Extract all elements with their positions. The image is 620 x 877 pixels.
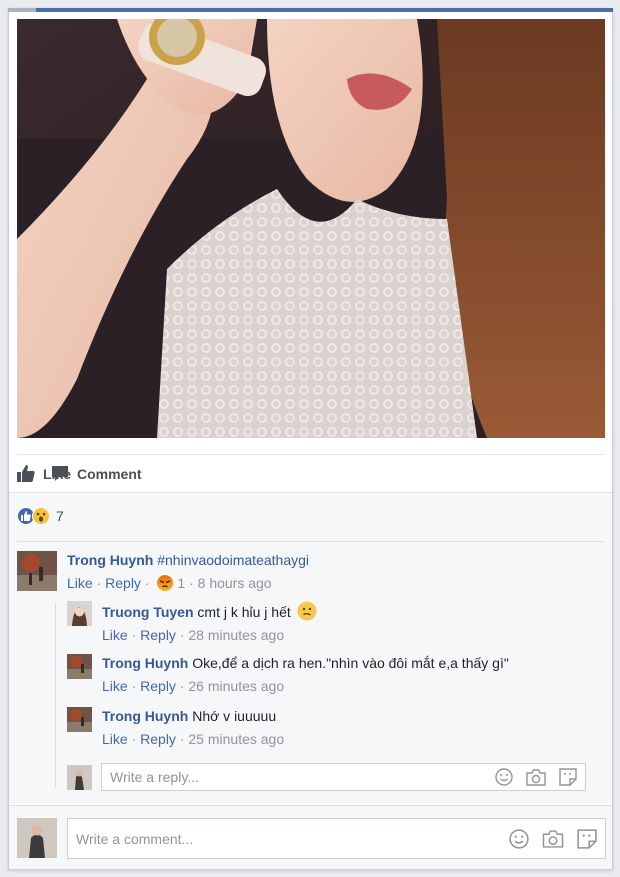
reply-text: Nhớ v iuuuuu [192,708,277,724]
reply-thread-line [55,603,56,788]
camera-icon[interactable] [526,768,546,786]
reply-time[interactable]: 26 minutes ago [188,678,284,694]
reply-author[interactable]: Trong Huynh [102,708,188,724]
reply-like-link[interactable]: Like [102,627,128,643]
comment: Trong Huynh #nhinvaodoimateathaygi Like … [17,551,309,592]
meta-separator: · [185,575,198,591]
thumbs-up-icon [17,465,35,482]
comment-reply-link[interactable]: Reply [105,575,141,591]
comment-button-label: Comment [77,465,142,482]
comments-section: 7 Trong Huynh #nhinvaodoimateathaygi Lik… [9,492,612,804]
reply-text: Oke,để a dịch ra hen."nhìn vào đôi mắt e… [192,655,509,671]
reply: Trong Huynh Nhớ v iuuuuu Like · Reply · … [67,707,284,748]
confused-emoji-icon [297,601,317,621]
meta-separator: · [127,627,141,643]
reply-input-box [101,763,586,791]
post-actions: Like Comment [17,454,605,492]
sticker-icon[interactable] [577,828,597,849]
reply-like-link[interactable]: Like [102,678,128,694]
current-user-avatar [67,765,92,790]
current-user-avatar [17,818,57,858]
reaction-count[interactable]: 7 [56,508,64,524]
reply-like-link[interactable]: Like [102,731,128,747]
angry-reaction-icon[interactable] [157,575,174,591]
reply-text: cmt j k hỉu j hết [197,604,291,620]
top-bar-accent [8,8,36,12]
meta-separator: · [140,575,154,591]
reply-reply-link[interactable]: Reply [140,731,176,747]
comment-icon [52,466,68,481]
reply-time[interactable]: 28 minutes ago [188,627,284,643]
meta-separator: · [175,627,189,643]
comment-like-link[interactable]: Like [67,575,93,591]
comment-input[interactable] [68,830,496,847]
emoji-icon[interactable] [495,768,513,786]
avatar[interactable] [67,707,92,732]
avatar[interactable] [17,551,57,591]
reply: Trong Huynh Oke,để a dịch ra hen."nhìn v… [67,654,509,695]
comment-author[interactable]: Trong Huynh [67,552,153,568]
meta-separator: · [175,678,189,694]
reply-input[interactable] [102,769,482,785]
comment-hashtag[interactable]: #nhinvaodoimateathaygi [157,552,309,568]
camera-icon[interactable] [542,829,564,848]
reactions-summary[interactable]: 7 [17,507,64,525]
meta-separator: · [127,678,141,694]
reply-author[interactable]: Trong Huynh [102,655,188,671]
reply-time[interactable]: 25 minutes ago [188,731,284,747]
comment-input-box [67,818,606,859]
avatar[interactable] [67,601,92,626]
sticker-icon[interactable] [559,768,577,786]
post-photo[interactable] [17,19,605,438]
post-top-bar [8,8,613,12]
meta-separator: · [92,575,106,591]
reply-author[interactable]: Truong Tuyen [102,604,194,620]
divider [17,541,604,542]
reply-reply-link[interactable]: Reply [140,678,176,694]
comment-button[interactable]: Comment [51,465,142,482]
meta-separator: · [127,731,141,747]
meta-separator: · [175,731,189,747]
reply-reply-link[interactable]: Reply [140,627,176,643]
reply: Truong Tuyen cmt j k hỉu j hết Like · Re… [67,601,317,644]
comment-time[interactable]: 8 hours ago [198,575,272,591]
write-comment-area [9,805,612,869]
avatar[interactable] [67,654,92,679]
emoji-icon[interactable] [509,828,529,849]
wow-reaction-icon [32,507,50,525]
